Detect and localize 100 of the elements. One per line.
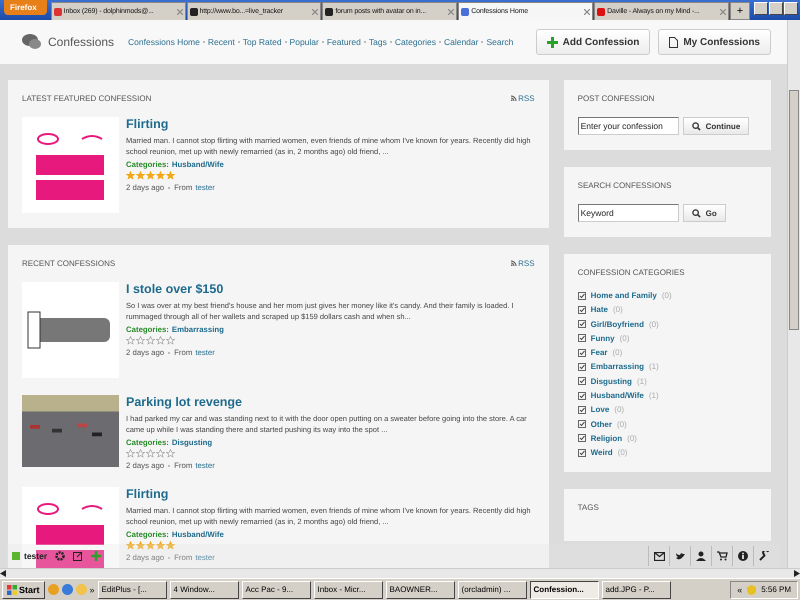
- rss-link[interactable]: RSS: [511, 94, 535, 102]
- checkbox-icon: [578, 448, 586, 457]
- taskbar-button[interactable]: EditPlus - [...: [98, 580, 167, 598]
- nav-link[interactable]: Confessions Home: [128, 37, 200, 47]
- category-link[interactable]: Love: [590, 405, 610, 414]
- nav-link[interactable]: Calendar: [444, 37, 478, 47]
- close-window-button[interactable]: [784, 2, 798, 15]
- site-icon: [54, 8, 62, 16]
- confession-title[interactable]: Flirting: [126, 487, 168, 501]
- scroll-right-icon[interactable]: [794, 570, 800, 577]
- category-link[interactable]: Funny: [590, 334, 615, 343]
- category-count: (0): [662, 291, 672, 300]
- section-heading: RECENT CONFESSIONS: [22, 258, 116, 268]
- parking-lot-photo[interactable]: [22, 395, 119, 467]
- confession-title[interactable]: I stole over $150: [126, 282, 224, 296]
- bird-icon[interactable]: [674, 552, 686, 560]
- category-link[interactable]: Other: [590, 420, 612, 429]
- person-icon[interactable]: [696, 551, 706, 561]
- confession-title[interactable]: Parking lot revenge: [126, 395, 242, 409]
- nav-link[interactable]: Tags: [368, 37, 387, 47]
- confession-title[interactable]: Flirting: [126, 117, 168, 131]
- scrollbar-thumb[interactable]: [789, 90, 799, 330]
- browser-launch-icon[interactable]: [62, 584, 73, 595]
- star-icon: [136, 336, 145, 345]
- windows-flag-icon: [7, 584, 17, 594]
- close-icon[interactable]: [312, 8, 318, 14]
- category-link[interactable]: Home and Family: [590, 291, 657, 300]
- info-icon[interactable]: [738, 551, 748, 561]
- taskbar-button[interactable]: Acc Pac - 9...: [242, 580, 311, 598]
- edit-icon[interactable]: [73, 551, 84, 561]
- add-confession-button[interactable]: Add Confession: [536, 29, 650, 55]
- star-icon: [136, 449, 145, 458]
- close-icon[interactable]: [584, 8, 590, 14]
- category-link[interactable]: Hate: [590, 305, 608, 314]
- close-icon[interactable]: [720, 8, 726, 14]
- confession-input[interactable]: Enter your confession: [578, 117, 679, 135]
- star-icon: [166, 336, 175, 345]
- star-icon: [146, 541, 155, 550]
- section-heading: POST CONFESSION: [578, 94, 654, 102]
- scroll-left-icon[interactable]: [0, 570, 6, 577]
- category-link[interactable]: Girl/Boyfriend: [590, 320, 644, 329]
- taskbar-button[interactable]: BAOWNER...: [386, 580, 455, 598]
- star-icon: [136, 541, 145, 550]
- category-link[interactable]: Weird: [590, 448, 613, 458]
- keyword-input[interactable]: Keyword: [578, 204, 679, 222]
- category-count: (0): [614, 405, 624, 414]
- nav-link[interactable]: Search: [486, 37, 514, 47]
- category-count: (0): [627, 434, 637, 443]
- taskbar-button[interactable]: add.JPG - P...: [602, 580, 671, 598]
- nav-link[interactable]: Categories: [394, 37, 436, 47]
- rss-icon: [511, 95, 518, 101]
- taskbar-button[interactable]: Confession...: [530, 580, 599, 598]
- nav-link[interactable]: Top Rated: [242, 37, 282, 47]
- taskbar-button[interactable]: Inbox - Micr...: [314, 580, 383, 598]
- star-icon: [166, 171, 175, 180]
- category-link[interactable]: Husband/Wife: [590, 391, 644, 400]
- flirt-poster-drawing[interactable]: [22, 487, 119, 568]
- cart-icon[interactable]: [716, 551, 728, 561]
- search-icon: [692, 122, 701, 130]
- tray-chevron[interactable]: «: [737, 584, 742, 594]
- nav-link[interactable]: Featured: [326, 37, 361, 47]
- close-icon[interactable]: [448, 8, 454, 14]
- category-count: (0): [648, 320, 659, 329]
- category-count: (1): [648, 391, 659, 400]
- rss-link[interactable]: RSS: [511, 258, 535, 268]
- checkbox-icon: [578, 306, 586, 314]
- nav-link[interactable]: Recent: [208, 37, 235, 47]
- site-icon: [190, 8, 198, 16]
- flirt-poster-drawing[interactable]: [22, 117, 119, 213]
- wrench-icon[interactable]: [759, 551, 769, 561]
- restore-button[interactable]: [769, 2, 783, 15]
- category-link[interactable]: Embarrassing: [590, 362, 644, 372]
- more-chevron[interactable]: »: [90, 584, 95, 594]
- continue-button[interactable]: Continue: [682, 117, 750, 135]
- section-heading: LATEST FEATURED CONFESSION: [22, 94, 152, 102]
- go-button[interactable]: Go: [682, 204, 726, 222]
- category-link[interactable]: Fear: [590, 348, 608, 358]
- new-tab-button[interactable]: +: [730, 2, 750, 20]
- my-confessions-button[interactable]: My Confessions: [658, 29, 771, 55]
- close-icon[interactable]: [176, 8, 183, 14]
- category-link[interactable]: Religion: [590, 434, 622, 443]
- confess-logo-drawing[interactable]: [22, 282, 119, 378]
- mail-icon[interactable]: [654, 552, 664, 560]
- checkbox-icon: [578, 320, 586, 328]
- category-count: (0): [618, 448, 628, 458]
- category-count: (1): [648, 362, 659, 372]
- site-logo[interactable]: Confessions: [48, 35, 114, 49]
- taskbar-button[interactable]: 4 Window...: [170, 580, 239, 598]
- nav-link[interactable]: Popular: [290, 37, 319, 47]
- firefox-menu-button[interactable]: Firefox: [4, 0, 47, 15]
- category-count: (0): [612, 348, 622, 358]
- star-icon: [146, 336, 155, 345]
- speech-bubbles-icon: [22, 34, 42, 50]
- section-heading: SEARCH CONFESSIONS: [578, 180, 672, 190]
- category-link[interactable]: Disgusting: [590, 376, 632, 386]
- gear-icon[interactable]: [55, 551, 66, 561]
- start-button[interactable]: Start: [2, 580, 45, 598]
- search-icon: [692, 208, 701, 218]
- minimize-button[interactable]: [754, 2, 768, 15]
- taskbar-button[interactable]: (orcladmin) ...: [458, 580, 527, 598]
